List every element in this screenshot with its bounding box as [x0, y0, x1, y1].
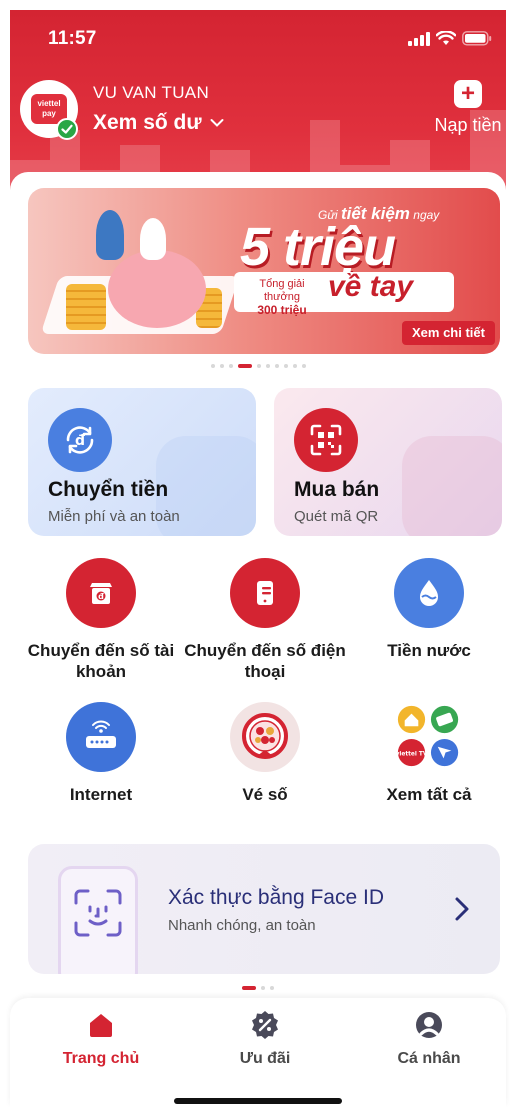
pagination-dot[interactable]	[219, 364, 224, 368]
person-illustration	[96, 210, 124, 260]
balance-label: Xem số dư	[93, 111, 202, 134]
service-label: Tiền nước	[387, 641, 471, 660]
topup-button[interactable]: + Nạp tiền	[428, 80, 508, 136]
service-water-bill[interactable]: Tiền nước	[344, 558, 514, 661]
service-label: Vé số	[242, 785, 288, 804]
battery-icon	[462, 31, 492, 46]
phone-transfer-icon	[230, 558, 300, 628]
discount-badge-icon	[200, 1008, 330, 1042]
profile-icon	[364, 1008, 494, 1042]
qr-pay-card-subtitle: Quét mã QR	[294, 508, 379, 525]
pagination-dot[interactable]	[242, 986, 256, 990]
topup-label: Nạp tiền	[434, 115, 502, 135]
piggy-bank-illustration	[108, 250, 206, 328]
banner-pagination[interactable]	[0, 364, 516, 368]
chevron-down-icon	[210, 119, 224, 127]
promo-tagline: về tay	[328, 270, 414, 303]
water-drop-icon	[394, 558, 464, 628]
faceid-promo-card[interactable]: Xác thực bằng Face ID Nhanh chóng, an to…	[28, 844, 500, 974]
service-phone-transfer[interactable]: Chuyển đến số điện thoại	[180, 558, 350, 682]
pagination-dot[interactable]	[237, 364, 252, 368]
qr-pay-card[interactable]: Mua bán Quét mã QR	[274, 388, 502, 536]
pagination-dot[interactable]	[256, 364, 261, 368]
home-indicator	[174, 1098, 342, 1104]
lottery-wheel-icon	[230, 702, 300, 772]
pagination-dot[interactable]	[292, 364, 297, 368]
verified-check-icon	[56, 118, 78, 140]
plus-icon: +	[454, 80, 482, 108]
svg-text:đ: đ	[75, 433, 85, 449]
service-view-all[interactable]: viettel TV Xem tất cả	[344, 702, 514, 805]
status-icons	[408, 31, 492, 46]
view-balance-toggle[interactable]: Xem số dư	[93, 111, 224, 135]
status-time: 11:57	[48, 28, 97, 49]
pagination-dot[interactable]	[301, 364, 306, 368]
router-icon	[66, 702, 136, 772]
card-decoration	[402, 436, 502, 536]
nav-home[interactable]: Trang chủ	[36, 1008, 166, 1068]
promo-prize-label: Tổng giải thưởng 300 triệu	[257, 278, 307, 317]
pagination-dot[interactable]	[261, 986, 265, 990]
qr-scan-icon	[294, 408, 358, 472]
nav-profile[interactable]: Cá nhân	[364, 1008, 494, 1068]
person-illustration	[140, 218, 166, 260]
service-bank-account-transfer[interactable]: đ Chuyển đến số tài khoản	[16, 558, 186, 682]
pagination-dot[interactable]	[274, 364, 279, 368]
transfer-card[interactable]: đ Chuyển tiền Miễn phí và an toàn	[28, 388, 256, 536]
service-label: Chuyển đến số điện thoại	[184, 641, 346, 681]
service-internet[interactable]: Internet	[16, 702, 186, 805]
service-label: Chuyển đến số tài khoản	[27, 641, 175, 681]
pagination-dot[interactable]	[210, 364, 215, 368]
face-scan-icon	[74, 889, 122, 937]
service-label: Internet	[69, 785, 133, 804]
faceid-title: Xác thực bằng Face ID	[168, 886, 384, 909]
transfer-card-title: Chuyển tiền	[48, 478, 169, 501]
faceid-subtitle: Nhanh chóng, an toàn	[168, 917, 316, 934]
nav-label: Cá nhân	[397, 1050, 461, 1067]
svg-text:đ: đ	[98, 592, 104, 601]
nav-label: Trang chủ	[62, 1050, 140, 1067]
service-lottery[interactable]: Vé số	[180, 702, 350, 805]
pagination-dot[interactable]	[265, 364, 270, 368]
nav-offers[interactable]: Ưu đãi	[200, 1008, 330, 1068]
pagination-dot[interactable]	[228, 364, 233, 368]
promo-headline-big: 5 triệu	[240, 217, 396, 277]
view-all-icon: viettel TV	[394, 702, 464, 772]
bottom-navigation: Trang chủ Ưu đãi Cá nhân	[10, 998, 506, 1107]
transfer-dong-icon: đ	[48, 408, 112, 472]
svg-text:viettel TV: viettel TV	[396, 751, 428, 757]
qr-pay-card-title: Mua bán	[294, 478, 380, 501]
coin-stack-illustration	[66, 284, 106, 330]
pagination-dot[interactable]	[283, 364, 288, 368]
wifi-icon	[436, 31, 456, 45]
transfer-card-subtitle: Miễn phí và an toàn	[48, 508, 180, 525]
signal-icon	[408, 31, 430, 46]
user-name: VU VAN TUAN	[93, 83, 210, 102]
faceid-pagination[interactable]	[0, 986, 516, 990]
bank-account-icon: đ	[66, 558, 136, 628]
home-icon	[36, 1008, 166, 1042]
status-bar: 11:57	[10, 28, 506, 56]
service-label: Xem tất cả	[386, 785, 472, 804]
faceid-phone-illustration	[58, 866, 138, 974]
chevron-right-icon	[455, 897, 469, 921]
promo-details-button[interactable]: Xem chi tiết	[402, 321, 495, 345]
nav-label: Ưu đãi	[239, 1050, 291, 1067]
pagination-dot[interactable]	[270, 986, 274, 990]
